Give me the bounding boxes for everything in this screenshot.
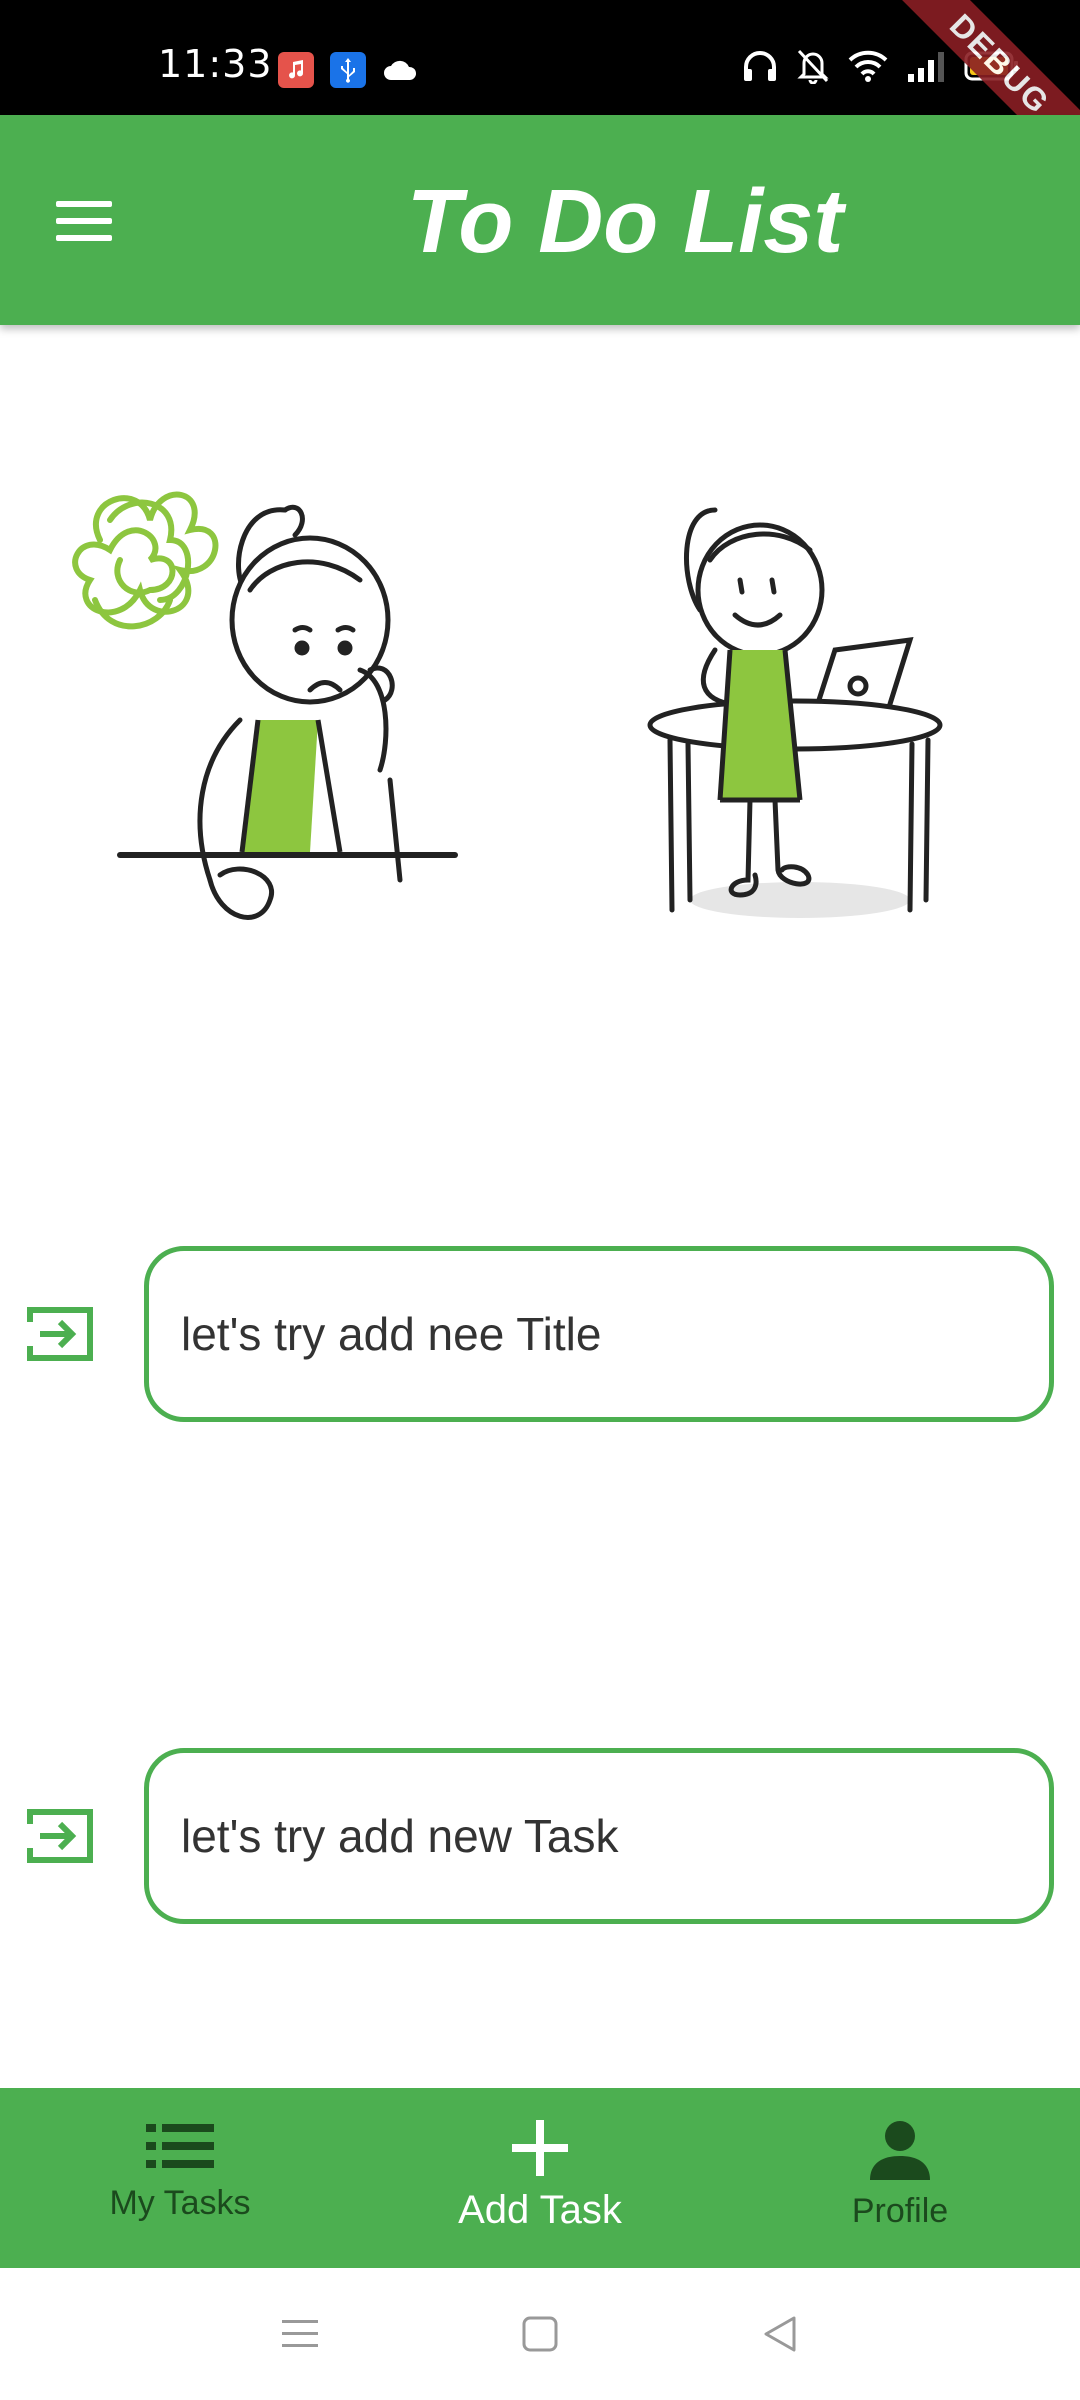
usb-icon <box>330 52 366 88</box>
nav-label-add-task: Add Task <box>458 2188 622 2232</box>
input-enter-icon <box>27 1307 93 1361</box>
title-input-row <box>0 1246 1080 1422</box>
task-field-container <box>144 1748 1054 1924</box>
home-icon[interactable] <box>520 2314 560 2354</box>
list-icon <box>146 2124 214 2168</box>
wifi-icon <box>848 50 888 82</box>
bell-off-icon <box>797 49 829 84</box>
person-icon <box>870 2121 930 2180</box>
bottom-navigation: My Tasks Add Task Profile <box>0 2088 1080 2268</box>
input-enter-icon <box>27 1809 93 1863</box>
headphones-icon <box>744 51 776 81</box>
task-input-row <box>0 1748 1080 1924</box>
signal-icon <box>908 52 944 82</box>
system-navigation-bar <box>0 2268 1080 2400</box>
nav-item-profile[interactable]: Profile <box>720 2088 1080 2268</box>
task-input[interactable] <box>149 1753 1049 1919</box>
plus-icon <box>512 2120 568 2176</box>
back-icon[interactable] <box>760 2314 800 2354</box>
nav-item-add-task[interactable]: Add Task <box>360 2088 720 2268</box>
music-app-icon <box>278 52 314 88</box>
title-field-container <box>144 1246 1054 1422</box>
title-input[interactable] <box>149 1251 1049 1417</box>
nav-label-my-tasks: My Tasks <box>109 2184 251 2222</box>
page-title: To Do List <box>406 172 844 272</box>
nav-label-profile: Profile <box>851 2192 949 2230</box>
nav-item-my-tasks[interactable]: My Tasks <box>0 2088 360 2268</box>
cloud-icon <box>382 52 418 88</box>
recent-apps-icon[interactable] <box>280 2316 320 2352</box>
confused-girl-illustration <box>72 491 458 920</box>
app-bar: To Do List <box>0 115 1080 325</box>
status-bar: 11:33 DEBUG <box>0 0 1080 188</box>
status-time: 11:33 <box>158 42 273 86</box>
laptop-girl-illustration <box>647 507 943 918</box>
